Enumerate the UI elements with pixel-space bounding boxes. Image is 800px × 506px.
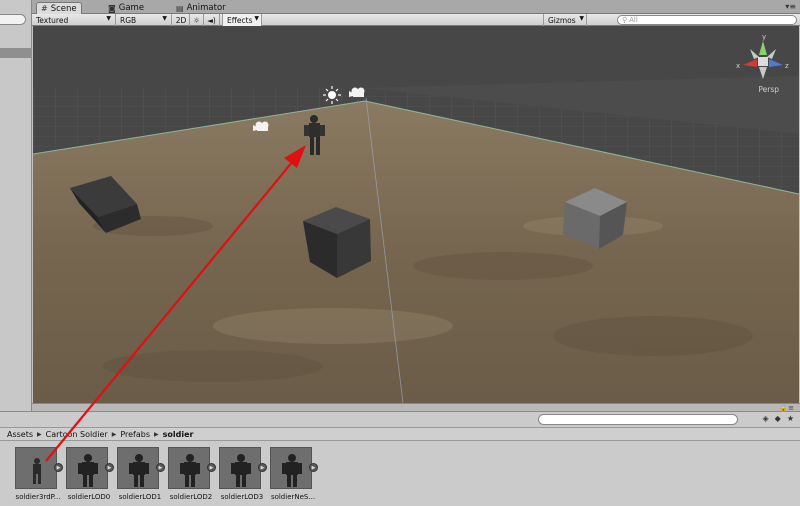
breadcrumb-item[interactable]: Cartoon Soldier [46,430,108,439]
prefab-thumbnail [15,447,57,489]
chevron-down-icon: ▼ [254,15,259,22]
scene-toolbar: Textured ▼ RGB ▼ 2D ☼ ◄) Effects ▼ Gizmo… [32,14,800,26]
expand-play-icon[interactable]: ▶ [309,463,318,472]
sun-icon: ☼ [193,15,200,25]
gizmos-label: Gizmos [548,15,576,25]
prefab-thumbnail [66,447,108,489]
breadcrumb-item-current[interactable]: soldier [163,430,194,439]
scene-icon: # [41,4,48,13]
asset-label: soldierNeS... [270,493,316,501]
chevron-down-icon: ▼ [579,15,584,22]
asset-label: soldierLOD0 [67,493,111,501]
effects-dropdown[interactable]: Effects ▼ [222,14,262,26]
asset-item[interactable]: ▶ soldier3rdP... [15,447,63,505]
audio-toggle-button[interactable]: ◄) [204,14,220,26]
chevron-down-icon: ▼ [162,15,167,22]
animator-icon: ▤ [176,3,184,13]
filter-label-icon[interactable]: ◆ [775,414,781,423]
breadcrumb: Assets ▶ Cartoon Soldier ▶ Prefabs ▶ sol… [0,427,800,441]
expand-play-icon[interactable]: ▶ [207,463,216,472]
tab-strip: # Scene ◙ Game ▤ Animator ▾≡ [32,0,800,14]
asset-item[interactable]: ▶ soldierNeS... [270,447,318,505]
gizmo-x-label: x [736,62,740,70]
render-mode-dropdown[interactable]: RGB ▼ [116,14,172,26]
prefab-thumbnail [168,447,210,489]
breadcrumb-item[interactable]: Prefabs [120,430,150,439]
toggle-2d-button[interactable]: 2D [173,14,190,26]
hierarchy-search-edge[interactable] [0,14,26,25]
tab-game-label: Game [118,3,145,13]
tab-scene-label: Scene [50,3,77,14]
asset-label: soldierLOD1 [118,493,162,501]
draw-mode-dropdown[interactable]: Textured ▼ [32,14,116,26]
asset-grid: ▶ soldier3rdP... ▶ soldierLOD0 ▶ soldier… [0,441,800,506]
chevron-right-icon: ▶ [37,430,42,438]
draw-mode-value: Textured [36,15,69,25]
speaker-icon: ◄) [207,15,216,25]
render-mode-value: RGB [120,15,137,25]
projection-label[interactable]: Persp [758,85,779,94]
asset-label: soldier3rdP... [15,493,61,501]
breadcrumb-item[interactable]: Assets [7,430,33,439]
prefab-thumbnail [219,447,261,489]
hierarchy-panel-edge [0,0,32,416]
tab-animator[interactable]: ▤ Animator [172,2,230,14]
asset-item[interactable]: ▶ soldierLOD1 [117,447,165,505]
search-placeholder: All [629,16,638,24]
scene-viewport[interactable]: y x z Persp [33,26,799,403]
search-icon: ⚲ [622,16,628,24]
gizmo-y-label: y [762,33,766,41]
scene-search-input[interactable]: ⚲ All [617,15,797,25]
prefab-thumbnail [117,447,159,489]
toggle-2d-label: 2D [175,15,187,25]
asset-label: soldierLOD3 [220,493,264,501]
scene-render: y x z [33,26,799,403]
tab-game[interactable]: ◙ Game [104,2,148,14]
filter-type-icon[interactable]: ◈ [763,414,769,423]
gizmo-z-label: z [785,62,789,70]
gizmos-dropdown[interactable]: Gizmos ▼ [543,14,587,26]
asset-item[interactable]: ▶ soldierLOD2 [168,447,216,505]
asset-label: soldierLOD2 [169,493,213,501]
project-filter-icons: ◈ ◆ ★ [763,414,794,423]
favorite-star-icon[interactable]: ★ [787,414,794,423]
asset-item[interactable]: ▶ soldierLOD0 [66,447,114,505]
tab-menu-icon[interactable]: ▾≡ [785,2,796,11]
lock-icon[interactable]: 🔒≡ [779,404,794,412]
game-icon: ◙ [108,3,116,13]
hierarchy-selected-row[interactable] [0,48,32,58]
chevron-right-icon: ▶ [154,430,159,438]
project-panel-toolbar: 🔒≡ ◈ ◆ ★ [0,404,800,427]
lighting-toggle-button[interactable]: ☼ [190,14,204,26]
tab-animator-label: Animator [186,3,226,13]
expand-play-icon[interactable]: ▶ [258,463,267,472]
prefab-thumbnail [270,447,312,489]
chevron-down-icon: ▼ [106,15,111,22]
effects-label: Effects [227,15,253,25]
scene-horizontal-scrollbar[interactable] [32,403,800,411]
expand-play-icon[interactable]: ▶ [156,463,165,472]
chevron-right-icon: ▶ [111,430,117,438]
project-search-input[interactable] [538,414,738,425]
expand-play-icon[interactable]: ▶ [105,463,114,472]
tab-scene[interactable]: # Scene [36,2,82,14]
expand-play-icon[interactable]: ▶ [54,463,63,472]
asset-item[interactable]: ▶ soldierLOD3 [219,447,267,505]
